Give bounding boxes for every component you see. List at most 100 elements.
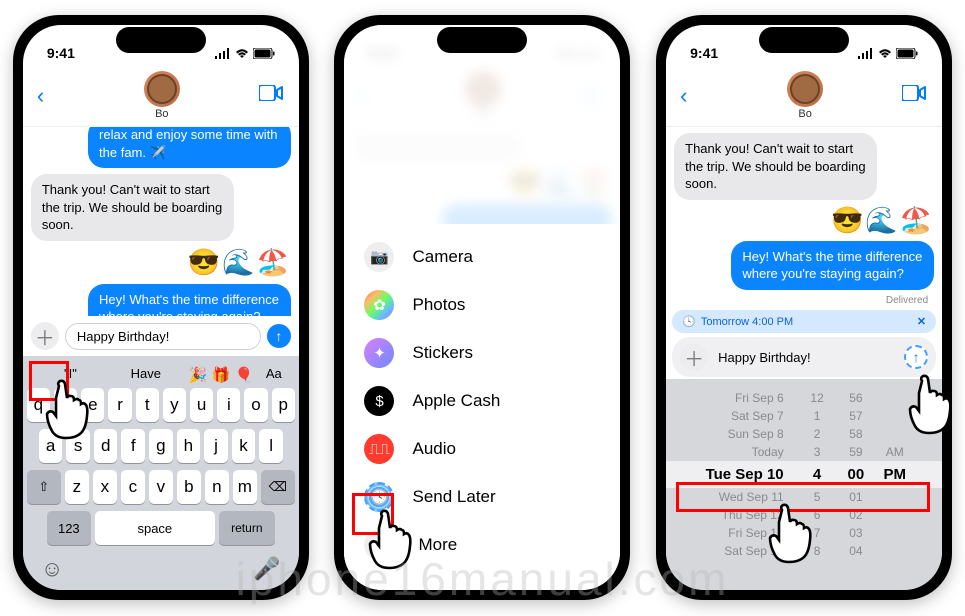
back-button[interactable]: ‹: [37, 83, 65, 109]
menu-photos[interactable]: ✿Photos: [364, 290, 600, 320]
camera-icon: 📷: [364, 242, 394, 272]
key-m[interactable]: m: [233, 470, 257, 504]
menu-cash[interactable]: $Apple Cash: [364, 386, 600, 416]
key-a[interactable]: a: [39, 429, 63, 463]
key-d[interactable]: d: [94, 429, 118, 463]
suggestion-row: "I" Have 🎉 🎁 🎈 Aa: [27, 362, 295, 388]
battery-icon: [896, 48, 918, 59]
battery-icon: [253, 48, 275, 59]
send-later-button[interactable]: ↑: [904, 345, 928, 369]
picker-row[interactable]: Sat Sep 14804: [666, 542, 942, 560]
suggestion[interactable]: Have: [108, 366, 183, 384]
send-button[interactable]: ↑: [267, 324, 291, 348]
compose-text[interactable]: Happy Birthday!: [714, 346, 898, 369]
suggestion[interactable]: "I": [33, 366, 108, 384]
close-icon[interactable]: ✕: [917, 315, 926, 328]
back-button[interactable]: ‹: [680, 83, 708, 109]
numeric-key[interactable]: 123: [47, 511, 91, 545]
key-p[interactable]: p: [272, 388, 295, 422]
status-icons: [215, 48, 275, 59]
message-bubble: Hey! What's the time difference where yo…: [88, 284, 291, 316]
key-e[interactable]: e: [81, 388, 104, 422]
plus-button[interactable]: ＋: [31, 322, 59, 350]
delete-key[interactable]: ⌫: [261, 470, 295, 504]
picker-row[interactable]: Fri Sep 61256: [666, 389, 942, 407]
key-x[interactable]: x: [93, 470, 117, 504]
menu-audio[interactable]: ⎍⎍Audio: [364, 434, 600, 464]
menu-camera[interactable]: 📷Camera: [364, 242, 600, 272]
emoji-reaction-row: 😎🌊🏖️: [188, 247, 291, 278]
send-later-icon: 🕓: [364, 482, 394, 512]
key-u[interactable]: u: [190, 388, 213, 422]
phone-1: 9:41 ‹ Bo relax and enjoy some time w: [13, 15, 309, 600]
avatar: [144, 71, 180, 107]
avatar: [787, 71, 823, 107]
picker-row[interactable]: Fri Sep 13703: [666, 524, 942, 542]
menu-more[interactable]: ⋯More: [364, 530, 600, 560]
cash-icon: $: [364, 386, 394, 416]
picker-row[interactable]: Today359AM: [666, 443, 942, 461]
key-k[interactable]: k: [232, 429, 256, 463]
emoji-reaction-row: 😎🌊🏖️: [831, 205, 934, 236]
contact[interactable]: Bo: [144, 71, 180, 120]
delivered-label: Delivered: [886, 295, 934, 306]
photos-icon: ✿: [364, 290, 394, 320]
key-t[interactable]: t: [136, 388, 159, 422]
menu-stickers[interactable]: ✦Stickers: [364, 338, 600, 368]
chat-header: ‹ Bo: [666, 69, 942, 127]
picker-row[interactable]: Wed Sep 11501: [666, 488, 942, 506]
schedule-pill[interactable]: 🕓Tomorrow 4:00 PM ✕: [672, 310, 936, 333]
key-o[interactable]: o: [244, 388, 267, 422]
chat-header: ‹ Bo: [23, 69, 299, 127]
picker-row[interactable]: Tue Sep 10400PM: [666, 461, 942, 488]
picker-row[interactable]: Thu Sep 12602: [666, 506, 942, 524]
emoji-keyboard-icon[interactable]: ☺: [41, 556, 63, 582]
dynamic-island: [437, 27, 527, 53]
message-bubble: Hey! What's the time difference where yo…: [731, 241, 934, 290]
more-icon: ⋯: [364, 530, 394, 560]
menu-send-later[interactable]: 🕓Send Later: [364, 482, 600, 512]
key-z[interactable]: z: [65, 470, 89, 504]
screen-3: 9:41 ‹ Bo Thank you! Can't wait to st: [666, 25, 942, 590]
key-g[interactable]: g: [149, 429, 173, 463]
chat-body: Thank you! Can't wait to start the trip.…: [666, 127, 942, 306]
key-j[interactable]: j: [204, 429, 228, 463]
plus-button[interactable]: ＋: [680, 343, 708, 371]
key-q[interactable]: q: [27, 388, 50, 422]
key-r[interactable]: r: [108, 388, 131, 422]
key-y[interactable]: y: [163, 388, 186, 422]
key-f[interactable]: f: [121, 429, 145, 463]
dynamic-island: [116, 27, 206, 53]
key-w[interactable]: w: [54, 388, 77, 422]
status-icons: [858, 48, 918, 59]
keyboard: "I" Have 🎉 🎁 🎈 Aa qwertyuiop asdfghjkl ⇧…: [23, 356, 299, 590]
date-picker[interactable]: Fri Sep 61256Sat Sep 7157Sun Sep 8258Tod…: [666, 379, 942, 590]
picker-row[interactable]: Sat Sep 7157: [666, 407, 942, 425]
key-s[interactable]: s: [66, 429, 90, 463]
key-l[interactable]: l: [259, 429, 283, 463]
space-key[interactable]: space: [95, 511, 215, 545]
message-input[interactable]: Happy Birthday!: [65, 323, 261, 350]
picker-row[interactable]: Sun Sep 8258: [666, 425, 942, 443]
return-key[interactable]: return: [219, 511, 275, 545]
compose-text: Happy Birthday!: [77, 329, 170, 344]
key-v[interactable]: v: [149, 470, 173, 504]
contact[interactable]: Bo: [787, 71, 823, 120]
screen-2: 9:41•ıll ⏚ ■ ‹Bo▢ 😎🌊🏖️ 📷Camera ✿Photos ✦…: [344, 25, 620, 590]
key-i[interactable]: i: [217, 388, 240, 422]
message-bubble: relax and enjoy some time with the fam. …: [88, 127, 291, 168]
shift-key[interactable]: ⇧: [27, 470, 61, 504]
mic-icon[interactable]: 🎤: [253, 556, 280, 582]
key-n[interactable]: n: [205, 470, 229, 504]
phone-2: 9:41•ıll ⏚ ■ ‹Bo▢ 😎🌊🏖️ 📷Camera ✿Photos ✦…: [334, 15, 630, 600]
status-time: 9:41: [690, 45, 718, 61]
facetime-button[interactable]: [259, 84, 285, 107]
stickers-icon: ✦: [364, 338, 394, 368]
key-c[interactable]: c: [121, 470, 145, 504]
key-b[interactable]: b: [177, 470, 201, 504]
contact-name: Bo: [155, 108, 168, 120]
facetime-button[interactable]: [902, 84, 928, 107]
phone-3: 9:41 ‹ Bo Thank you! Can't wait to st: [656, 15, 952, 600]
message-bubble: Thank you! Can't wait to start the trip.…: [31, 174, 234, 241]
key-h[interactable]: h: [177, 429, 201, 463]
